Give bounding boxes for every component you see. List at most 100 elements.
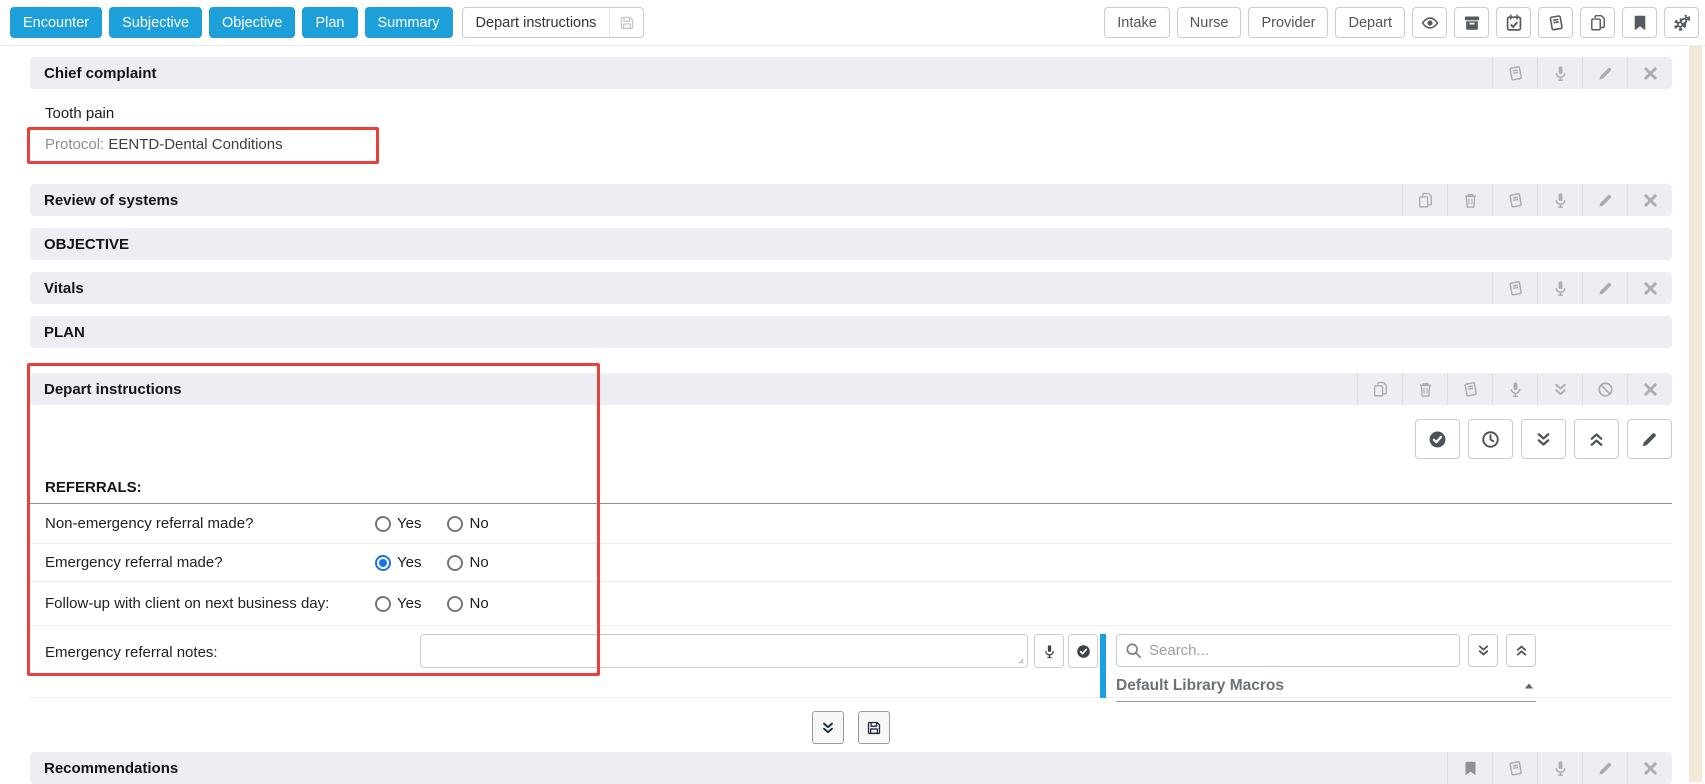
protocol-label: Protocol: bbox=[45, 136, 104, 153]
remove-button[interactable] bbox=[1627, 373, 1672, 405]
chevrons-down-icon bbox=[1534, 430, 1553, 449]
view-button[interactable] bbox=[1412, 7, 1447, 38]
radio-group-no: No bbox=[447, 554, 488, 571]
settings-button[interactable] bbox=[1664, 7, 1699, 38]
section-title: PLAN bbox=[30, 316, 85, 348]
referrals-heading: REFERRALS: bbox=[30, 479, 1672, 504]
radio-yes[interactable] bbox=[375, 516, 391, 532]
nav-button-summary[interactable]: Summary bbox=[365, 7, 453, 38]
section-title: Depart instructions bbox=[30, 373, 182, 405]
copy-button[interactable] bbox=[1580, 7, 1615, 38]
complete-all-button[interactable] bbox=[1415, 419, 1460, 459]
bookmark-button[interactable] bbox=[1447, 752, 1492, 784]
notes-textarea-wrap bbox=[420, 634, 1028, 668]
radio-yes-selected[interactable] bbox=[375, 555, 391, 571]
copy-icon bbox=[1589, 14, 1607, 32]
bookmark-icon bbox=[1462, 760, 1479, 777]
macro-library-button[interactable] bbox=[1492, 752, 1537, 784]
radio-yes-label: Yes bbox=[397, 515, 421, 532]
nav-button-objective[interactable]: Objective bbox=[209, 7, 295, 38]
note-save-button[interactable] bbox=[609, 8, 643, 37]
radio-no[interactable] bbox=[447, 516, 463, 532]
book-icon bbox=[1507, 65, 1524, 82]
remove-button[interactable] bbox=[1627, 752, 1672, 784]
macro-library-button[interactable] bbox=[1492, 272, 1537, 304]
panel-accent-bar bbox=[1100, 634, 1106, 698]
expand-all-button[interactable] bbox=[1521, 419, 1566, 459]
dictate-button[interactable] bbox=[1537, 272, 1582, 304]
pencil-icon bbox=[1640, 430, 1659, 449]
bottom-actions-row bbox=[30, 711, 1672, 744]
close-icon bbox=[1642, 65, 1659, 82]
dictate-button[interactable] bbox=[1537, 752, 1582, 784]
dictate-button[interactable] bbox=[1537, 184, 1582, 216]
notes-label: Emergency referral notes: bbox=[45, 644, 218, 661]
collapse-all-button[interactable] bbox=[1574, 419, 1619, 459]
role-button-depart[interactable]: Depart bbox=[1335, 7, 1405, 38]
calendar-button[interactable] bbox=[1496, 7, 1531, 38]
book-icon bbox=[1507, 760, 1524, 777]
radio-no[interactable] bbox=[447, 555, 463, 571]
nav-button-subjective[interactable]: Subjective bbox=[109, 7, 202, 38]
scrollbar-track[interactable] bbox=[1689, 46, 1702, 782]
radio-no[interactable] bbox=[447, 596, 463, 612]
role-button-nurse[interactable]: Nurse bbox=[1177, 7, 1242, 38]
edit-button[interactable] bbox=[1582, 752, 1627, 784]
remove-button[interactable] bbox=[1627, 57, 1672, 89]
save-note-button[interactable] bbox=[858, 711, 890, 744]
duplicate-button[interactable] bbox=[1357, 373, 1402, 405]
close-icon bbox=[1642, 192, 1659, 209]
panel-collapse-button[interactable] bbox=[1506, 634, 1536, 667]
edit-template-button[interactable] bbox=[1627, 419, 1672, 459]
edit-button[interactable] bbox=[1582, 57, 1627, 89]
delete-button[interactable] bbox=[1447, 184, 1492, 216]
remove-button[interactable] bbox=[1627, 272, 1672, 304]
dictate-button[interactable] bbox=[1492, 373, 1537, 405]
duplicate-button[interactable] bbox=[1402, 184, 1447, 216]
pencil-icon bbox=[1597, 65, 1614, 82]
save-icon bbox=[619, 15, 635, 31]
macro-library-button[interactable] bbox=[1492, 57, 1537, 89]
macro-library-header[interactable]: Default Library Macros bbox=[1116, 677, 1536, 702]
trash-icon bbox=[1462, 192, 1479, 209]
edit-button[interactable] bbox=[1582, 272, 1627, 304]
panel-expand-button[interactable] bbox=[1468, 634, 1498, 667]
book-icon bbox=[1547, 14, 1565, 32]
question-label: Emergency referral made? bbox=[30, 554, 375, 571]
scroll-down-button[interactable] bbox=[812, 711, 844, 744]
note-content: Chief complaint Tooth pain Protocol: EEN… bbox=[30, 46, 1672, 784]
role-button-provider[interactable]: Provider bbox=[1248, 7, 1328, 38]
book-icon bbox=[1507, 192, 1524, 209]
macro-search-input[interactable] bbox=[1116, 634, 1460, 667]
copy-icon bbox=[1417, 192, 1434, 209]
radio-group-no: No bbox=[447, 515, 488, 532]
depart-actions-row bbox=[30, 419, 1672, 459]
microphone-icon bbox=[1552, 280, 1569, 297]
close-icon bbox=[1642, 280, 1659, 297]
dictate-button[interactable] bbox=[1537, 57, 1582, 89]
bookmark-button[interactable] bbox=[1622, 7, 1657, 38]
macro-library-button[interactable] bbox=[1447, 373, 1492, 405]
delete-button[interactable] bbox=[1402, 373, 1447, 405]
collapse-button[interactable] bbox=[1537, 373, 1582, 405]
history-button[interactable] bbox=[1468, 419, 1513, 459]
macro-library-button[interactable] bbox=[1492, 184, 1537, 216]
notes-dictate-button[interactable] bbox=[1034, 634, 1064, 668]
archive-button[interactable] bbox=[1454, 7, 1489, 38]
bookmark-icon bbox=[1631, 14, 1649, 32]
edit-button[interactable] bbox=[1582, 184, 1627, 216]
disable-button[interactable] bbox=[1582, 373, 1627, 405]
radio-group-yes: Yes bbox=[375, 515, 421, 532]
nav-button-plan[interactable]: Plan bbox=[302, 7, 357, 38]
notes-confirm-button[interactable] bbox=[1068, 634, 1098, 668]
remove-button[interactable] bbox=[1627, 184, 1672, 216]
radio-yes[interactable] bbox=[375, 596, 391, 612]
radio-yes-label: Yes bbox=[397, 554, 421, 571]
role-button-intake[interactable]: Intake bbox=[1104, 7, 1170, 38]
notes-textarea[interactable] bbox=[420, 634, 1028, 668]
library-button[interactable] bbox=[1538, 7, 1573, 38]
section-title: Recommendations bbox=[30, 752, 178, 784]
nav-button-encounter[interactable]: Encounter bbox=[10, 7, 102, 38]
active-note-tab[interactable]: Depart instructions bbox=[463, 8, 610, 37]
book-icon bbox=[1462, 381, 1479, 398]
